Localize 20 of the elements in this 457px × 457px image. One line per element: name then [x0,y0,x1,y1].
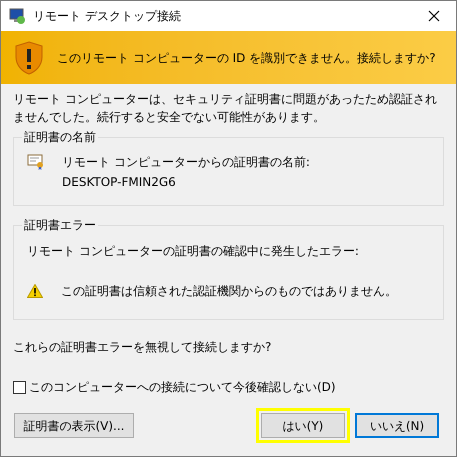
error-intro: リモート コンピューターの証明書の確認中に発生したエラー: [27,243,360,260]
description-text: リモート コンピューターは、セキュリティ証明書に問題があったため認証されませんでした。続行すると安全でない可能性があります。 [13,91,438,126]
window-title: リモート デスクトップ接続 [33,8,181,25]
certificate-name-label: リモート コンピューターからの証明書の名前: [62,154,310,171]
monitor-icon [9,7,27,25]
group-title: 証明書の名前 [23,129,97,146]
question-text: これらの証明書エラーを無視して接続しますか? [13,339,272,356]
close-icon [428,10,440,22]
banner-message: このリモート コンピューターの ID を識別できません。接続しますか? [57,50,436,66]
warning-shield-icon [15,40,43,74]
dialog-button[interactable]: いいえ(N) [355,413,439,438]
group-title: 証明書エラー [23,217,97,234]
warning-icon [27,284,43,298]
certificate-name-value: DESKTOP-FMIN2G6 [62,174,177,191]
dialog-button[interactable]: 証明書の表示(V)... [14,413,134,438]
error-message: この証明書は信頼された認証機関からのものではありません。 [61,283,397,300]
dialog-button[interactable]: はい(Y) [261,413,345,438]
checkbox-label: このコンピューターへの接続について今後確認しない(D) [29,379,336,396]
checkbox[interactable] [13,380,26,394]
certificate-icon [27,154,45,170]
